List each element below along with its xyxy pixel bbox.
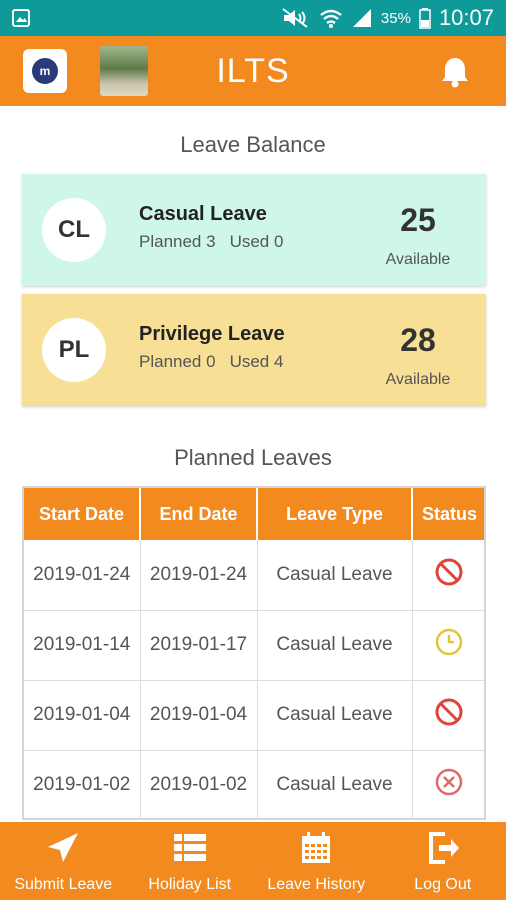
start-date-cell: 2019-01-04 — [24, 680, 141, 751]
leave-badge: CL — [42, 198, 106, 262]
end-date-cell: 2019-01-02 — [140, 750, 258, 818]
planned-count: Planned 3 — [139, 232, 216, 251]
header-leave-type: Leave Type — [257, 488, 413, 540]
table-row[interactable]: 2019-01-14 2019-01-17 Casual Leave — [24, 610, 484, 681]
pending-clock-icon[interactable] — [433, 626, 465, 658]
status-cell — [412, 540, 484, 611]
leave-meta: Planned 3 Used 0 — [139, 232, 283, 252]
end-date-cell: 2019-01-04 — [140, 680, 258, 751]
logo-mark: m — [32, 58, 58, 84]
table-row[interactable]: 2019-01-02 2019-01-02 Casual Leave — [24, 750, 484, 818]
nav-submit-leave[interactable]: Submit Leave — [0, 822, 127, 900]
header-end-date: End Date — [140, 488, 258, 540]
leave-name: Privilege Leave — [139, 323, 285, 345]
header-status: Status — [412, 488, 484, 540]
app-bar: m ILTS — [0, 36, 506, 106]
logout-icon — [428, 832, 459, 864]
available-count: 25 — [400, 202, 436, 238]
send-icon — [48, 833, 79, 862]
nav-label: Log Out — [414, 876, 472, 893]
mute-icon — [282, 8, 308, 28]
rejected-icon[interactable] — [433, 766, 465, 798]
planned-count: Planned 0 — [139, 352, 216, 371]
leave-name: Casual Leave — [139, 203, 267, 225]
status-bar: 35% 10:07 — [0, 0, 506, 36]
table-row[interactable]: 2019-01-24 2019-01-24 Casual Leave — [24, 540, 484, 611]
nav-label: Leave History — [267, 876, 366, 893]
status-cell — [412, 750, 484, 818]
cancelled-icon[interactable] — [433, 696, 465, 728]
header-start-date: Start Date — [24, 488, 141, 540]
profile-avatar[interactable] — [100, 46, 148, 96]
leave-type-cell: Casual Leave — [257, 610, 413, 681]
leave-badge: PL — [42, 318, 106, 382]
leave-type-cell: Casual Leave — [257, 680, 413, 751]
list-icon — [173, 834, 206, 861]
used-count: Used 0 — [229, 232, 284, 251]
battery-percent: 35% — [380, 9, 411, 27]
available-count: 28 — [400, 322, 436, 358]
available-label: Available — [385, 251, 451, 268]
start-date-cell: 2019-01-02 — [24, 750, 141, 818]
clock: 10:07 — [438, 5, 494, 30]
end-date-cell: 2019-01-24 — [140, 540, 258, 611]
bottom-nav: Submit Leave Holiday List Leave History … — [0, 822, 506, 900]
leave-type-cell: Casual Leave — [257, 750, 413, 818]
wifi-icon — [320, 9, 342, 28]
used-count: Used 4 — [229, 352, 284, 371]
calendar-icon — [302, 832, 331, 863]
app-logo: m — [23, 49, 67, 93]
privilege-leave-card[interactable]: PL Privilege Leave Planned 0 Used 4 28 Av… — [22, 294, 486, 406]
table-header-row: Start Date End Date Leave Type Status — [24, 488, 484, 540]
leave-meta: Planned 0 Used 4 — [139, 352, 283, 372]
signal-icon — [352, 9, 371, 27]
nav-log-out[interactable]: Log Out — [380, 822, 506, 900]
start-date-cell: 2019-01-24 — [24, 540, 141, 611]
nav-leave-history[interactable]: Leave History — [253, 822, 380, 900]
end-date-cell: 2019-01-17 — [140, 610, 258, 681]
battery-icon — [419, 8, 431, 29]
leave-balance-title: Leave Balance — [180, 132, 326, 157]
start-date-cell: 2019-01-14 — [24, 610, 141, 681]
app-title: ILTS — [216, 51, 290, 90]
nav-label: Holiday List — [148, 876, 232, 893]
nav-label: Submit Leave — [14, 876, 113, 893]
gallery-notification-icon — [12, 9, 30, 27]
casual-leave-card[interactable]: CL Casual Leave Planned 3 Used 0 25 Avail… — [22, 174, 486, 286]
table-row[interactable]: 2019-01-04 2019-01-04 Casual Leave — [24, 680, 484, 751]
available-label: Available — [385, 371, 451, 388]
leave-type-cell: Casual Leave — [257, 540, 413, 611]
cancelled-icon[interactable] — [433, 556, 465, 588]
bell-icon[interactable] — [437, 54, 473, 90]
planned-leaves-title: Planned Leaves — [174, 445, 332, 470]
status-cell — [412, 610, 484, 681]
planned-leaves-table: Start Date End Date Leave Type Status 20… — [22, 486, 486, 820]
nav-holiday-list[interactable]: Holiday List — [127, 822, 254, 900]
status-cell — [412, 680, 484, 751]
